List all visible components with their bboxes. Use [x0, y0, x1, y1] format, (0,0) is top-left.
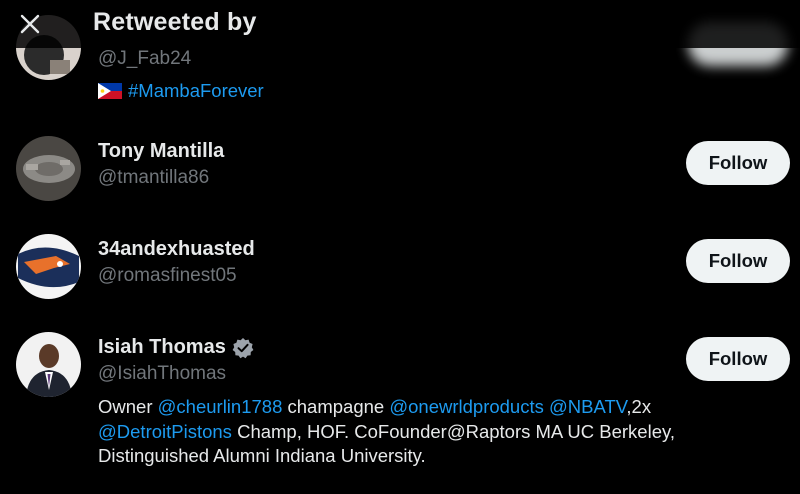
mention-link[interactable]: @NBATV: [549, 396, 626, 417]
mention-link[interactable]: @cheurlin1788: [158, 396, 283, 417]
user-bio: Owner @cheurlin1788 champagne @onewrldpr…: [98, 396, 675, 466]
user-handle: @tmantilla86: [98, 167, 210, 188]
user-row-3[interactable]: 34andexhuasted @romasfinest05 Follow: [0, 220, 800, 318]
philippines-flag-icon: [98, 83, 122, 99]
user-name[interactable]: 34andexhuasted: [98, 238, 255, 261]
user-name[interactable]: Isiah Thomas: [98, 336, 254, 359]
verified-badge-icon: [232, 337, 254, 358]
user-bio: #MambaForever: [98, 79, 768, 104]
user-handle: @romasfinest05: [98, 265, 237, 286]
follow-button[interactable]: Follow: [686, 239, 790, 283]
user-row-4[interactable]: Isiah Thomas @IsiahThomas Follow Owner @…: [0, 318, 800, 494]
close-button[interactable]: [14, 8, 46, 40]
user-name[interactable]: Tony Mantilla: [98, 140, 224, 163]
follow-button[interactable]: Follow: [686, 337, 790, 381]
page-title: Retweeted by: [93, 8, 257, 36]
avatar[interactable]: [16, 332, 81, 397]
close-icon: [20, 14, 40, 34]
mention-link[interactable]: @DetroitPistons: [98, 421, 232, 442]
user-row-2[interactable]: Tony Mantilla @tmantilla86 Follow: [0, 122, 800, 220]
avatar[interactable]: [16, 234, 81, 299]
follow-button[interactable]: Follow: [686, 141, 790, 185]
hashtag-link[interactable]: #MambaForever: [128, 80, 264, 101]
avatar[interactable]: [16, 136, 81, 201]
user-handle: @IsiahThomas: [98, 363, 227, 384]
mention-link[interactable]: @onewrldproducts: [389, 396, 544, 417]
header-bar: Retweeted by: [0, 0, 800, 48]
user-handle: @J_Fab24: [98, 48, 192, 69]
